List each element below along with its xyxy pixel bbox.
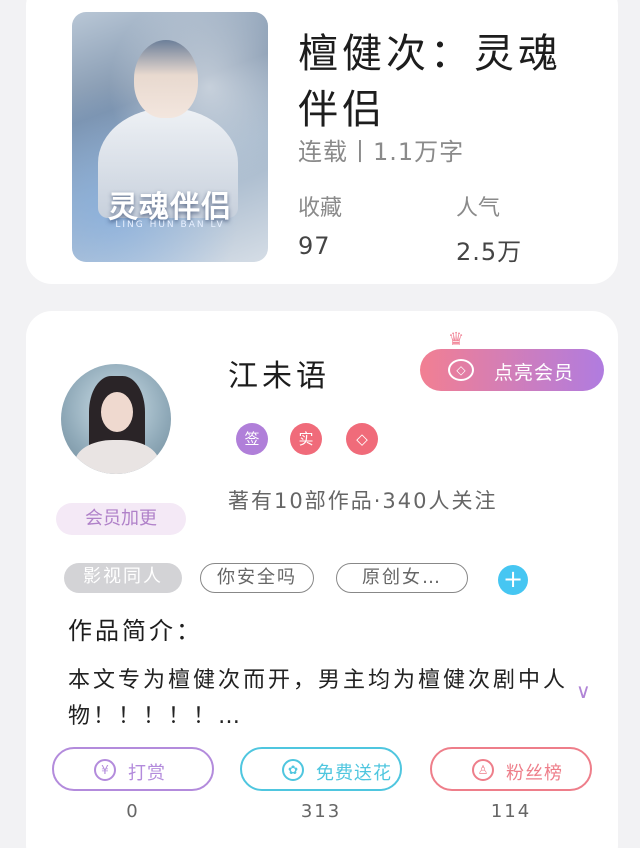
popularity-label: 人气 <box>456 196 501 221</box>
fan-count: 114 <box>490 801 532 822</box>
send-flower-button-label: 免费送花 <box>316 763 392 784</box>
tag-item[interactable]: 你安全吗 <box>200 563 314 593</box>
tip-button-label: 打赏 <box>128 763 166 784</box>
chevron-down-icon[interactable]: ∨ <box>576 679 591 703</box>
crown-icon: ♛ <box>448 329 465 350</box>
tip-count: 0 <box>126 801 140 822</box>
tip-button[interactable]: ¥ 打赏 <box>52 747 214 791</box>
avatar-shoulders <box>75 440 159 474</box>
intro-heading: 作品简介： <box>68 617 203 645</box>
send-flower-button[interactable]: ✿ 免费送花 <box>240 747 402 791</box>
flower-icon: ✿ <box>282 759 304 781</box>
book-title: 檀健次：灵魂伴侣 <box>298 31 562 133</box>
flower-count: 313 <box>300 801 342 822</box>
tag-item[interactable]: 影视同人 <box>64 563 182 593</box>
person-icon: ♙ <box>472 759 494 781</box>
member-badge: 会员加更 <box>56 503 186 535</box>
avatar-face <box>101 392 133 432</box>
vip-button-label: 点亮会员 <box>494 362 575 384</box>
diamond-badge-icon[interactable]: ◇ <box>346 423 378 455</box>
favorites-label: 收藏 <box>298 196 343 221</box>
real-icon[interactable]: 实 <box>290 423 322 455</box>
book-cover[interactable]: 灵魂伴侣 LING HUN BAN LV <box>72 12 268 262</box>
intro-text: 本文专为檀健次而开，男主均为檀健次剧中人物！！！！！… <box>68 668 569 729</box>
book-card: 灵魂伴侣 LING HUN BAN LV 檀健次：灵魂伴侣 连载丨1.1万字 收… <box>26 0 618 284</box>
sign-icon[interactable]: 签 <box>236 423 268 455</box>
fan-ranking-button-label: 粉丝榜 <box>506 763 563 784</box>
favorites-value: 97 <box>298 232 331 260</box>
diamond-icon: ◇ <box>448 359 474 381</box>
author-card: 会员加更 江未语 ♛ ◇ 点亮会员 签 实 ◇ 著有10部作品·340人关注 影… <box>26 311 618 848</box>
tag-item[interactable]: 原创女… <box>336 563 468 593</box>
vip-button[interactable]: ♛ ◇ 点亮会员 <box>420 329 604 391</box>
book-meta: 连载丨1.1万字 <box>298 138 465 166</box>
add-tag-button[interactable]: + <box>498 565 528 595</box>
author-avatar[interactable] <box>61 364 171 474</box>
author-stats: 著有10部作品·340人关注 <box>228 489 498 513</box>
cover-subtitle: LING HUN BAN LV <box>115 220 225 230</box>
yen-icon: ¥ <box>94 759 116 781</box>
popularity-value: 2.5万 <box>456 238 523 266</box>
cover-figure-head <box>134 40 198 118</box>
fan-ranking-button[interactable]: ♙ 粉丝榜 <box>430 747 592 791</box>
author-name[interactable]: 江未语 <box>228 351 330 395</box>
